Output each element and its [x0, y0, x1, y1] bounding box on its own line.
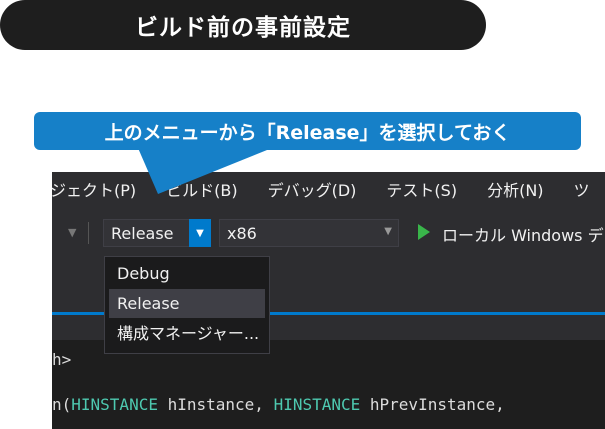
- run-button-label[interactable]: ローカル Windows デ: [442, 222, 604, 246]
- menu-tools[interactable]: ツ: [574, 177, 590, 201]
- chevron-down-icon[interactable]: ▼: [384, 226, 392, 237]
- chevron-down-icon[interactable]: ▼: [189, 219, 211, 247]
- configuration-value: Release: [111, 224, 174, 243]
- menu-build[interactable]: ビルド(B): [166, 177, 237, 201]
- platform-select[interactable]: x86 ▼: [219, 219, 399, 247]
- configuration-dropdown-list: Debug Release 構成マネージャー...: [104, 256, 270, 354]
- menu-debug[interactable]: デバッグ(D): [268, 177, 357, 201]
- dropdown-item-release[interactable]: Release: [109, 289, 265, 318]
- dropdown-item-debug[interactable]: Debug: [109, 259, 265, 288]
- menu-bar: ジェクト(P) ビルド(B) デバッグ(D) テスト(S) 分析(N) ツ: [52, 172, 605, 206]
- menu-project[interactable]: ジェクト(P): [52, 177, 136, 201]
- menu-analyze[interactable]: 分析(N): [487, 177, 543, 201]
- toolbar-separator: [88, 222, 89, 244]
- code-line: n(HINSTANCE hInstance, HINSTANCE hPrevIn…: [52, 395, 515, 414]
- page-title: ビルド前の事前設定: [0, 0, 486, 50]
- configuration-select[interactable]: Release ▼: [103, 219, 211, 247]
- play-icon[interactable]: [418, 224, 430, 240]
- code-line: h>: [52, 350, 72, 369]
- instruction-callout: 上のメニューから「Release」を選択しておく: [34, 112, 581, 150]
- menu-test[interactable]: テスト(S): [386, 177, 457, 201]
- platform-value: x86: [227, 224, 257, 243]
- toolbar: ▼ Release ▼ x86 ▼ ローカル Windows デ: [52, 216, 605, 250]
- dropdown-arrow-icon[interactable]: ▼: [68, 226, 76, 239]
- dropdown-item-configuration-manager[interactable]: 構成マネージャー...: [109, 319, 265, 348]
